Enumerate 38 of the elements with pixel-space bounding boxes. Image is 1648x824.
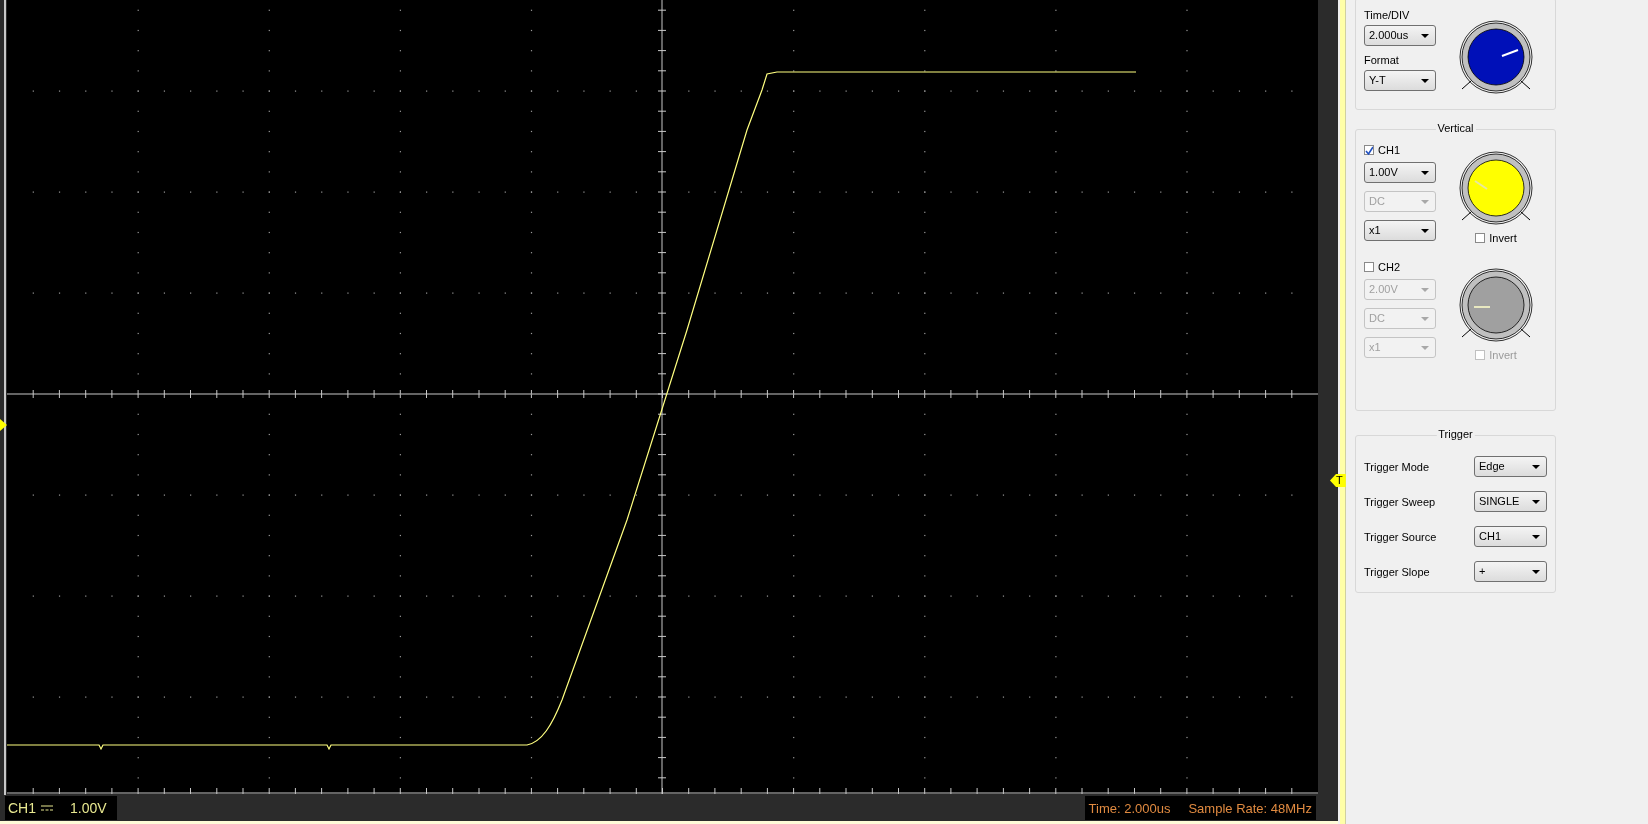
caret-icon: [1532, 535, 1540, 539]
caret-icon: [1532, 465, 1540, 469]
group-title: Vertical: [1435, 122, 1476, 134]
trigger-setting-label: Trigger Sweep: [1364, 495, 1436, 508]
caret-icon: [1421, 79, 1429, 83]
caret-icon: [1421, 346, 1429, 350]
checkmark-icon: [1365, 145, 1373, 155]
channel-scale: 1.00V: [70, 800, 107, 816]
channel-name: CH1: [8, 800, 36, 816]
channel-position-marker-icon[interactable]: [0, 419, 7, 431]
channel-checkbox[interactable]: CH1: [1364, 144, 1547, 156]
caret-icon: [1421, 34, 1429, 38]
dc-coupling-icon: [41, 804, 53, 812]
sample-rate-readout: Sample Rate: 48MHz: [1188, 800, 1312, 816]
format-dropdown[interactable]: Y-T: [1364, 70, 1436, 91]
trigger-setting-dropdown[interactable]: SINGLE: [1474, 491, 1547, 512]
trigger-setting-dropdown[interactable]: +: [1474, 561, 1547, 582]
time-div-dropdown[interactable]: 2.000us: [1364, 25, 1436, 46]
caret-icon: [1532, 500, 1540, 504]
caret-icon: [1532, 570, 1540, 574]
caret-icon: [1421, 171, 1429, 175]
caret-icon: [1421, 229, 1429, 233]
caret-icon: [1421, 317, 1429, 321]
trigger-setting-label: Trigger Slope: [1364, 565, 1430, 578]
channel-checkbox[interactable]: CH2: [1364, 261, 1547, 273]
trigger-setting-label: Trigger Source: [1364, 530, 1437, 543]
trigger-setting-label: Trigger Mode: [1364, 460, 1429, 473]
format-label: Format: [1364, 54, 1400, 66]
time-readout: Time: 2.000us: [1088, 800, 1171, 816]
probe-dropdown[interactable]: x1: [1364, 220, 1436, 241]
time-div-label: Time/DIV: [1364, 9, 1411, 21]
volts-dropdown[interactable]: 1.00V: [1364, 162, 1436, 183]
caret-icon: [1421, 288, 1429, 292]
invert-checkbox[interactable]: Invert: [1475, 232, 1517, 244]
group-title: Trigger: [1436, 428, 1475, 440]
caret-icon: [1421, 200, 1429, 204]
trigger-setting-dropdown[interactable]: Edge: [1474, 456, 1547, 477]
trigger-setting-dropdown[interactable]: CH1: [1474, 526, 1547, 547]
